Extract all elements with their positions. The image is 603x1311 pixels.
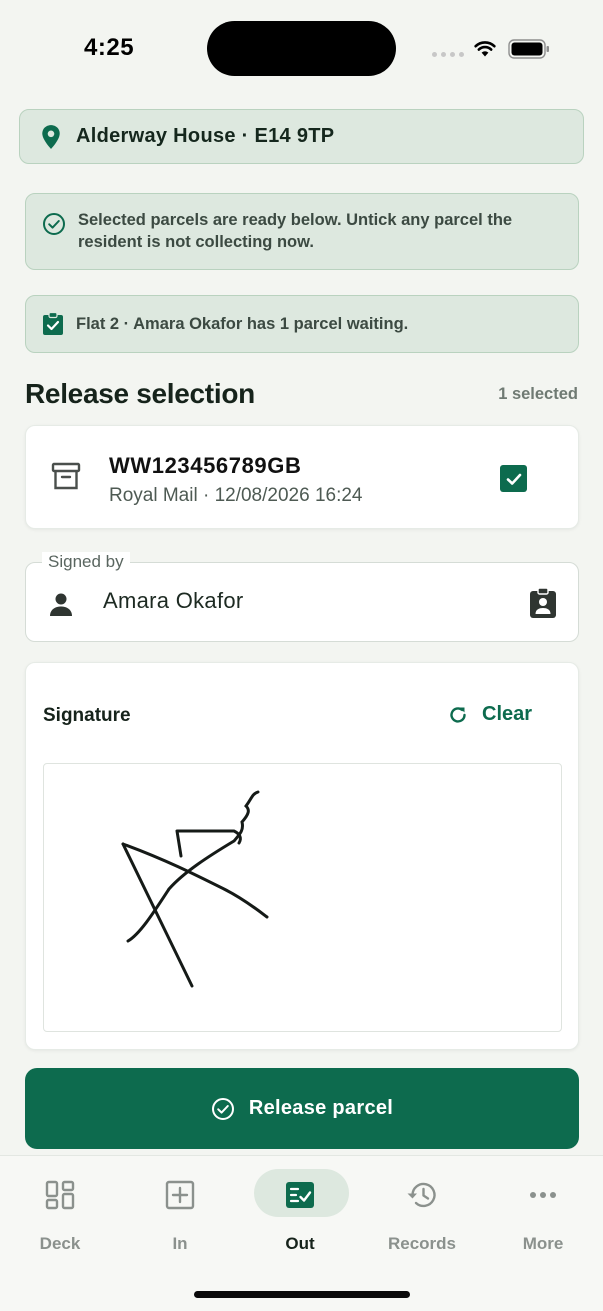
- tab-deck-label: Deck: [39, 1234, 81, 1253]
- release-parcel-label: Release parcel: [248, 1097, 394, 1119]
- parcel-tracking-code: WW123456789GB: [109, 453, 302, 478]
- signed-by-label: Signed by: [42, 552, 130, 572]
- history-icon: [407, 1182, 436, 1208]
- tab-out[interactable]: Out: [240, 1156, 360, 1254]
- dashboard-icon: [45, 1180, 75, 1210]
- signed-by-field[interactable]: Signed by Amara Okafor: [25, 552, 579, 642]
- signature-pad[interactable]: [43, 763, 562, 1032]
- tab-in-label: In: [172, 1234, 188, 1253]
- clipboard-check-icon: [43, 312, 63, 335]
- waiting-notice-text: Flat 2 · Amara Okafor has 1 parcel waiti…: [76, 315, 409, 333]
- check-circle-icon: [211, 1097, 234, 1120]
- section-title: Release selection: [25, 378, 255, 409]
- home-indicator: [194, 1291, 410, 1298]
- more-dots-icon: [530, 1192, 556, 1198]
- cellular-signal-icon: [432, 52, 464, 57]
- location-label: Alderway House · E14 9TP: [76, 125, 335, 147]
- signature-card: Signature Clear: [25, 662, 579, 1050]
- battery-icon: [508, 39, 549, 59]
- tab-deck[interactable]: Deck: [0, 1156, 120, 1254]
- archive-box-icon: [51, 462, 81, 490]
- signature-label: Signature: [43, 705, 131, 726]
- parcel-checkbox[interactable]: [500, 465, 527, 492]
- release-parcel-button[interactable]: Release parcel: [25, 1068, 579, 1149]
- clear-signature-button[interactable]: Clear: [448, 703, 532, 726]
- waiting-notice: Flat 2 · Amara Okafor has 1 parcel waiti…: [25, 295, 579, 353]
- tab-more[interactable]: More: [483, 1156, 603, 1254]
- selected-count: 1 selected: [498, 385, 578, 403]
- signed-by-value: Amara Okafor: [103, 588, 244, 613]
- ready-notice-text: Selected parcels are ready below. Untick…: [78, 211, 513, 251]
- signature-stroke: [121, 790, 269, 988]
- tab-records-label: Records: [387, 1234, 457, 1253]
- tab-in[interactable]: In: [120, 1156, 240, 1254]
- wifi-icon: [474, 41, 496, 57]
- ready-notice: Selected parcels are ready below. Untick…: [25, 193, 579, 270]
- check-circle-icon: [43, 213, 65, 235]
- status-time: 4:25: [84, 34, 135, 61]
- clear-signature-label: Clear: [482, 703, 533, 725]
- tab-more-label: More: [522, 1234, 564, 1253]
- person-icon: [50, 593, 72, 616]
- contact-badge-icon[interactable]: [529, 587, 557, 619]
- location-pin-icon: [42, 124, 60, 149]
- tab-bar: Deck In Out Records More: [0, 1155, 603, 1311]
- location-banner: Alderway House · E14 9TP: [19, 109, 584, 164]
- tab-out-label: Out: [285, 1234, 315, 1253]
- checkmark-icon: [506, 473, 521, 485]
- parcel-card[interactable]: WW123456789GB Royal Mail · 12/08/2026 16…: [25, 425, 579, 529]
- tab-records[interactable]: Records: [362, 1156, 482, 1254]
- dynamic-island: [207, 21, 396, 76]
- plus-square-icon: [165, 1180, 195, 1210]
- refresh-icon: [450, 706, 466, 723]
- checklist-icon: [286, 1182, 314, 1208]
- parcel-meta: Royal Mail · 12/08/2026 16:24: [109, 485, 363, 506]
